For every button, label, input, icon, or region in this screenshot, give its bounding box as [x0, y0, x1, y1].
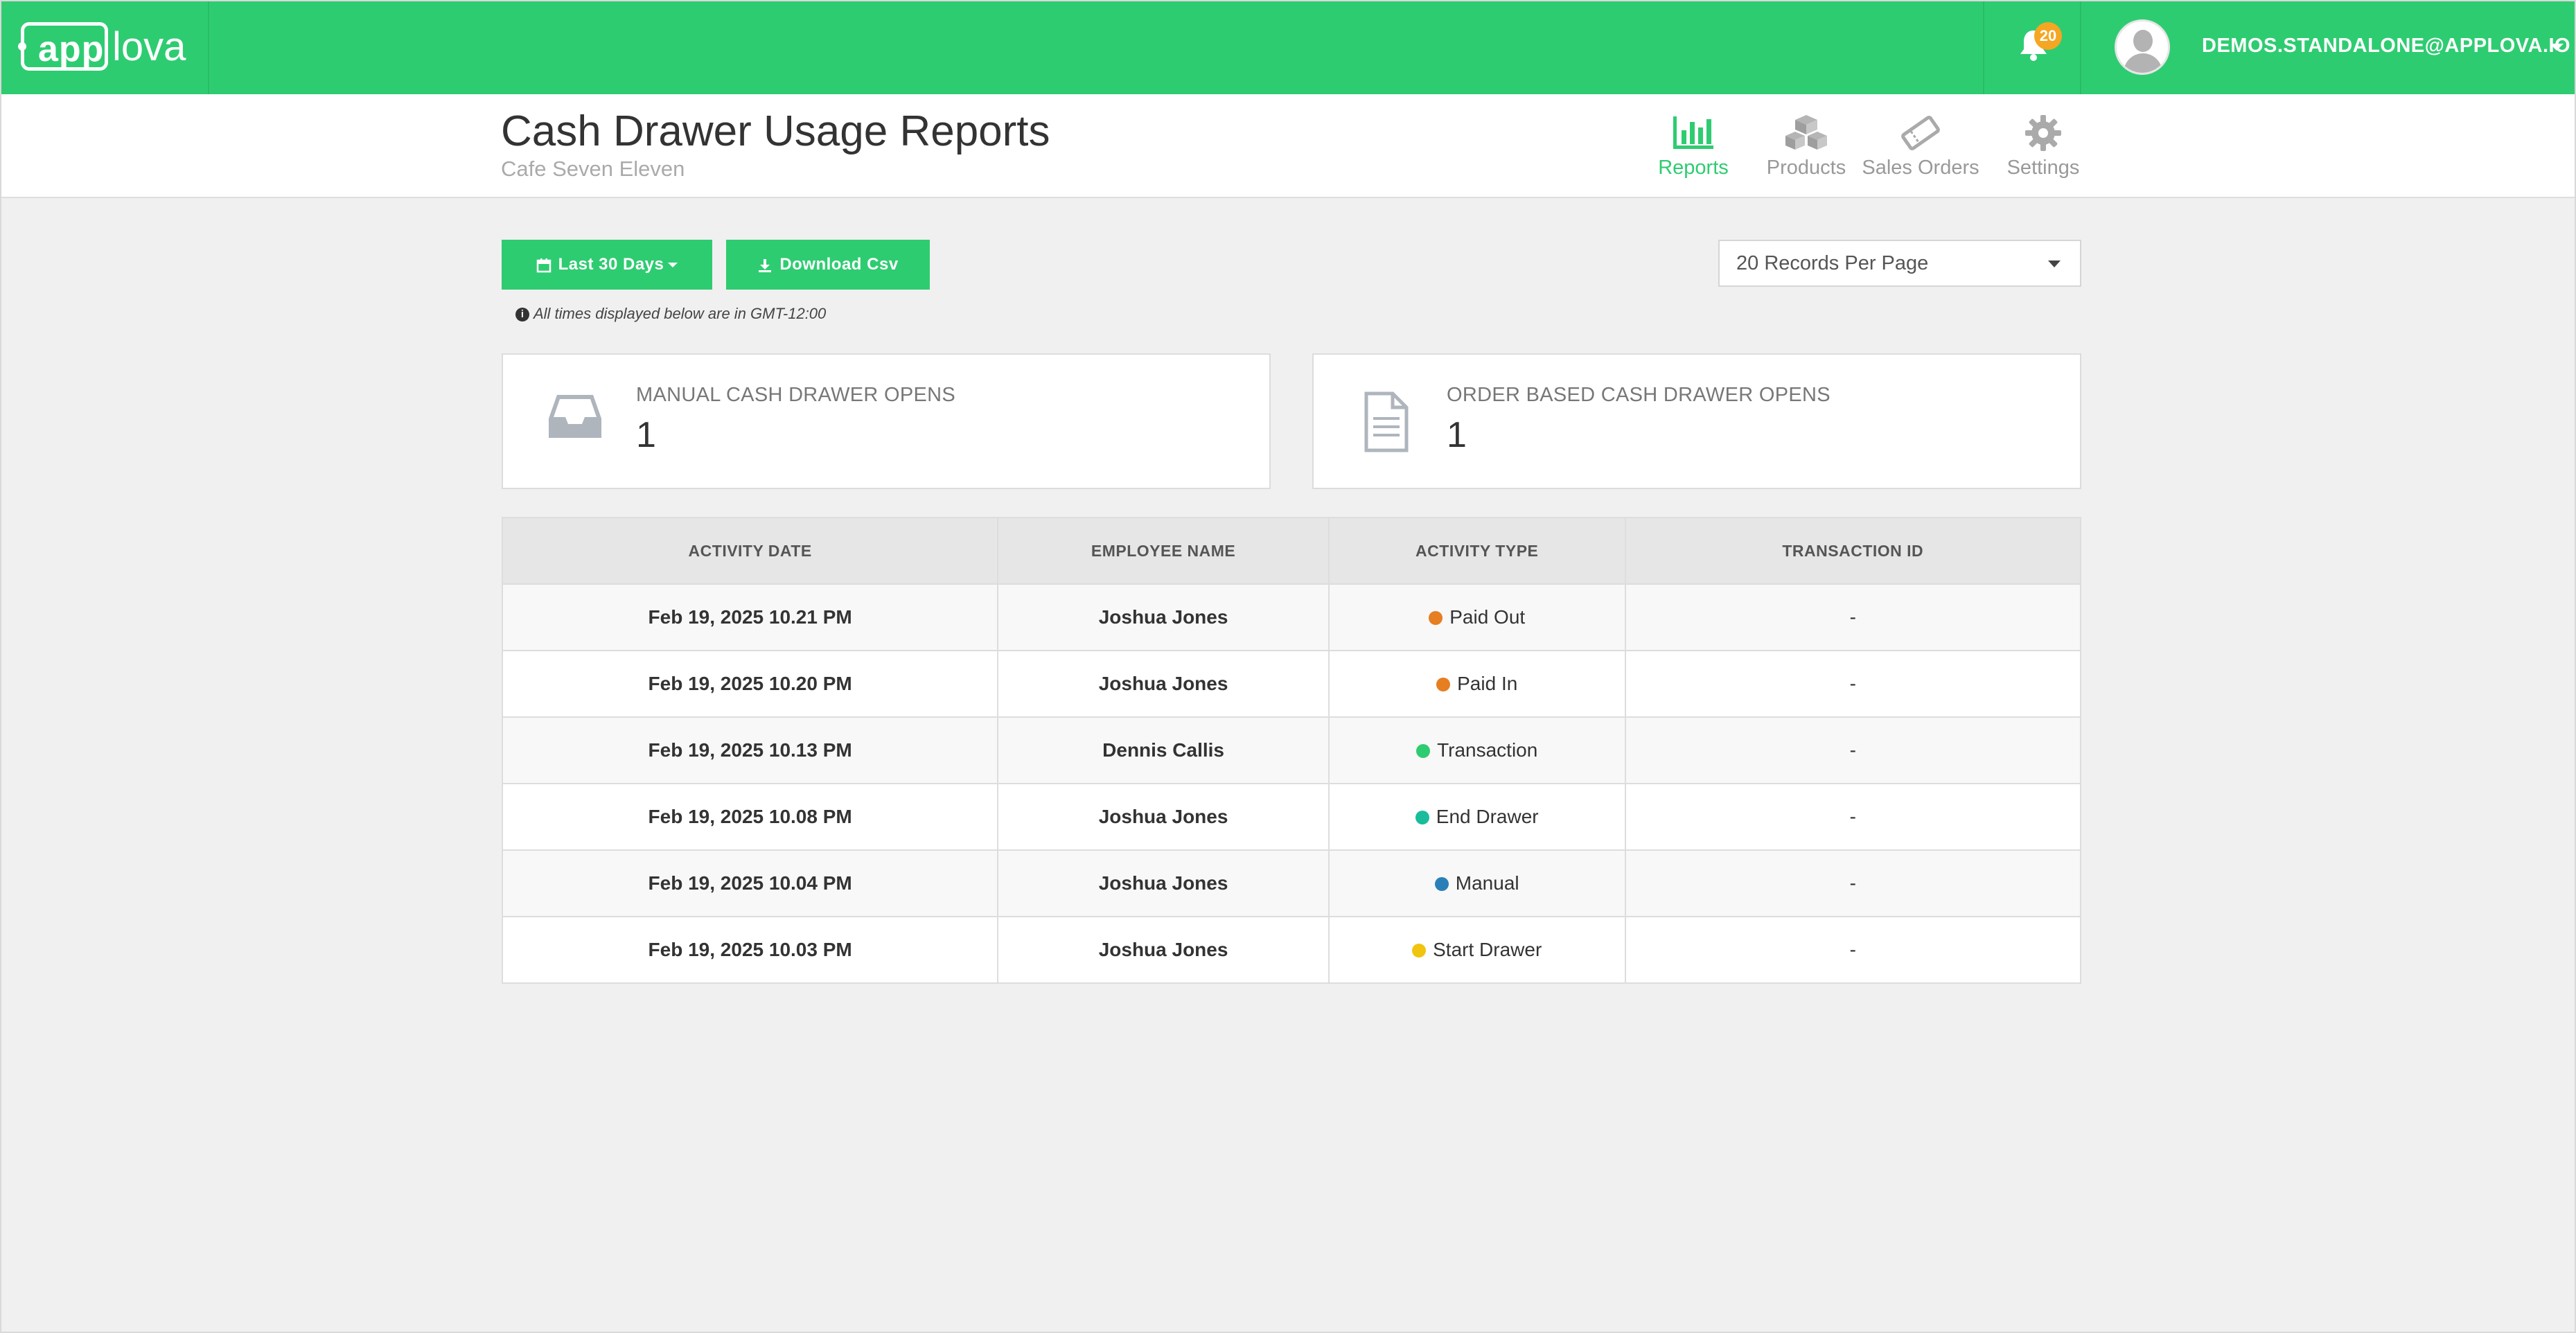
top-bar: app lova 20 DEMOS.STANDALONE@APPLOVA.IO: [0, 0, 2576, 94]
avatar-head: [2133, 30, 2153, 52]
cubes-icon: [1785, 115, 1827, 150]
download-csv-button[interactable]: Download Csv: [726, 240, 930, 290]
calendar-icon: [536, 258, 551, 272]
download-csv-label: Download Csv: [779, 255, 899, 274]
activity-type-cell: End Drawer: [1327, 783, 1626, 851]
chevron-down-icon: [2048, 261, 2061, 267]
nav-reports[interactable]: Reports: [1652, 114, 1735, 179]
avatar-body: [2124, 53, 2162, 73]
activity-table: ACTIVITY DATE EMPLOYEE NAME ACTIVITY TYP…: [501, 517, 2082, 984]
activity-type-cell: Paid Out: [1327, 583, 1626, 651]
employee-name-cell: Joshua Jones: [997, 916, 1330, 984]
activity-date-cell: Feb 19, 2025 10.21 PM: [501, 583, 999, 651]
activity-date-cell: Feb 19, 2025 10.03 PM: [501, 916, 999, 984]
manual-opens-value: 1: [636, 415, 656, 455]
page-title: Cash Drawer Usage Reports: [501, 107, 1050, 155]
activity-type-label: Start Drawer: [1433, 939, 1542, 960]
activity-type-label: End Drawer: [1436, 806, 1539, 827]
manual-opens-label: MANUAL CASH DRAWER OPENS: [636, 384, 956, 406]
transaction-id-cell: -: [1624, 849, 2082, 917]
activity-type-cell: Transaction: [1327, 716, 1626, 784]
records-per-page-value: 20 Records Per Page: [1736, 252, 1929, 274]
nav-reports-label: Reports: [1658, 157, 1729, 179]
transaction-id-cell: -: [1624, 783, 2082, 851]
table-row[interactable]: Feb 19, 2025 10.04 PM Joshua Jones Manua…: [501, 849, 2082, 917]
activity-date-cell: Feb 19, 2025 10.04 PM: [501, 849, 999, 917]
employee-name-cell: Dennis Callis: [997, 716, 1330, 784]
user-menu[interactable]: DEMOS.STANDALONE@APPLOVA.IO: [2202, 35, 2570, 58]
notification-count-badge: 20: [2034, 22, 2062, 50]
column-header-employee-name[interactable]: EMPLOYEE NAME: [997, 517, 1330, 585]
table-row[interactable]: Feb 19, 2025 10.03 PM Joshua Jones Start…: [501, 916, 2082, 984]
activity-type-label: Transaction: [1437, 739, 1538, 761]
timezone-note-text: All times displayed below are in GMT-12:…: [533, 305, 827, 322]
order-opens-value: 1: [1447, 415, 1467, 455]
order-opens-card: ORDER BASED CASH DRAWER OPENS 1: [1312, 353, 2081, 489]
activity-type-label: Paid In: [1457, 673, 1518, 694]
table-row[interactable]: Feb 19, 2025 10.20 PM Joshua Jones Paid …: [501, 650, 2082, 718]
activity-type-cell: Manual: [1327, 849, 1626, 917]
nav-sales-orders-label: Sales Orders: [1862, 157, 1979, 179]
caret-down-icon: [668, 263, 678, 268]
transaction-id-cell: -: [1624, 716, 2082, 784]
download-icon: [759, 258, 772, 272]
activity-type-cell: Paid In: [1327, 650, 1626, 718]
nav-settings[interactable]: Settings: [1998, 114, 2088, 179]
status-dot: [1429, 611, 1443, 625]
nav-products[interactable]: Products: [1760, 114, 1853, 179]
status-dot: [1434, 877, 1449, 891]
transaction-id-cell: -: [1624, 583, 2082, 651]
gear-icon: [2025, 115, 2061, 151]
records-per-page-select[interactable]: 20 Records Per Page: [1718, 240, 2081, 287]
logo-dot: [18, 42, 26, 51]
activity-date-cell: Feb 19, 2025 10.08 PM: [501, 783, 999, 851]
table-row[interactable]: Feb 19, 2025 10.08 PM Joshua Jones End D…: [501, 783, 2082, 851]
nav-settings-label: Settings: [2006, 157, 2080, 179]
bar-chart-icon: [1673, 116, 1713, 149]
column-header-activity-type[interactable]: ACTIVITY TYPE: [1327, 517, 1626, 585]
notifications-button[interactable]: 20: [1983, 0, 2081, 94]
nav-sales-orders[interactable]: Sales Orders: [1861, 114, 1980, 179]
status-dot: [1416, 744, 1431, 758]
column-header-activity-date[interactable]: ACTIVITY DATE: [501, 517, 999, 585]
date-range-button[interactable]: Last 30 Days: [502, 240, 712, 290]
date-range-label: Last 30 Days: [558, 255, 664, 274]
activity-type-label: Manual: [1455, 872, 1519, 894]
inbox-icon: [549, 395, 601, 438]
table-row[interactable]: Feb 19, 2025 10.21 PM Joshua Jones Paid …: [501, 583, 2082, 651]
transaction-id-cell: -: [1624, 650, 2082, 718]
manual-opens-card: MANUAL CASH DRAWER OPENS 1: [502, 353, 1271, 489]
column-header-transaction-id[interactable]: TRANSACTION ID: [1624, 517, 2082, 585]
activity-date-cell: Feb 19, 2025 10.13 PM: [501, 716, 999, 784]
logo[interactable]: app lova: [0, 0, 209, 94]
activity-date-cell: Feb 19, 2025 10.20 PM: [501, 650, 999, 718]
status-dot: [1436, 678, 1451, 691]
transaction-id-cell: -: [1624, 916, 2082, 984]
employee-name-cell: Joshua Jones: [997, 783, 1330, 851]
avatar[interactable]: [2115, 19, 2170, 75]
employee-name-cell: Joshua Jones: [997, 583, 1330, 651]
activity-type-cell: Start Drawer: [1327, 916, 1626, 984]
timezone-note: i All times displayed below are in GMT-12…: [515, 305, 826, 323]
logo-badge: app: [18, 22, 108, 71]
order-opens-label: ORDER BASED CASH DRAWER OPENS: [1447, 384, 1830, 406]
activity-type-label: Paid Out: [1449, 606, 1526, 628]
employee-name-cell: Joshua Jones: [997, 849, 1330, 917]
employee-name-cell: Joshua Jones: [997, 650, 1330, 718]
table-row[interactable]: Feb 19, 2025 10.13 PM Dennis Callis Tran…: [501, 716, 2082, 784]
document-icon: [1364, 391, 1409, 452]
page-header: Cash Drawer Usage Reports Cafe Seven Ele…: [0, 94, 2576, 198]
store-name: Cafe Seven Eleven: [501, 157, 685, 181]
table-header-row: ACTIVITY DATE EMPLOYEE NAME ACTIVITY TYP…: [501, 517, 2082, 585]
logo-app-text: app: [38, 29, 105, 69]
status-dot: [1412, 944, 1427, 957]
ticket-icon: [1901, 116, 1940, 150]
info-icon: i: [515, 308, 529, 322]
status-dot: [1415, 811, 1429, 824]
logo-lova-text: lova: [112, 24, 186, 69]
nav-products-label: Products: [1766, 157, 1846, 179]
chevron-down-icon[interactable]: [2550, 44, 2564, 51]
